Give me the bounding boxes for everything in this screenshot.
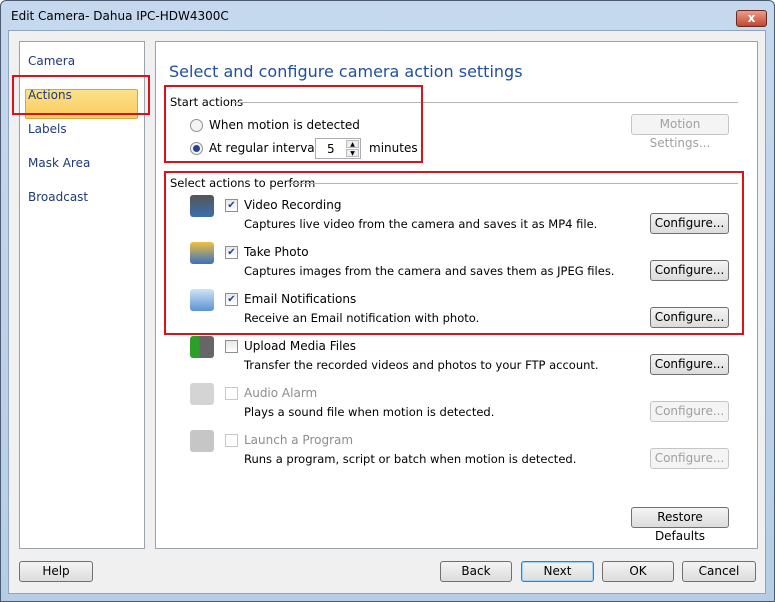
bell-icon	[190, 383, 214, 405]
close-button[interactable]: x	[736, 10, 767, 27]
next-button[interactable]: Next	[521, 561, 594, 582]
action-description: Transfer the recorded videos and photos …	[244, 358, 599, 372]
sidebar-item-mask-area[interactable]: Mask Area	[28, 156, 90, 170]
sidebar: Camera Actions Labels Mask Area Broadcas…	[19, 41, 145, 549]
sidebar-item-broadcast[interactable]: Broadcast	[28, 190, 88, 204]
action-checkbox[interactable]	[225, 340, 238, 353]
action-description: Plays a sound file when motion is detect…	[244, 405, 495, 419]
action-label: Audio Alarm	[244, 386, 318, 400]
action-description: Runs a program, script or batch when mot…	[244, 452, 577, 466]
window-title: Edit Camera- Dahua IPC-HDW4300C	[11, 9, 229, 23]
cancel-button[interactable]: Cancel	[682, 561, 756, 582]
upload-icon	[190, 336, 214, 358]
action-label: Upload Media Files	[244, 339, 357, 353]
highlight-box	[164, 85, 423, 163]
sidebar-item-labels[interactable]: Labels	[28, 122, 67, 136]
highlight-box	[12, 75, 150, 115]
program-icon	[190, 430, 214, 452]
action-checkbox[interactable]	[225, 387, 238, 400]
page-title: Select and configure camera action setti…	[169, 62, 523, 81]
help-button[interactable]: Help	[19, 561, 93, 582]
ok-button[interactable]: OK	[602, 561, 674, 582]
action-checkbox[interactable]	[225, 434, 238, 447]
configure-button[interactable]: Configure...	[650, 354, 729, 375]
action-label: Launch a Program	[244, 433, 354, 447]
configure-button[interactable]: Configure...	[650, 448, 729, 469]
motion-settings-button[interactable]: Motion Settings...	[631, 114, 729, 150]
configure-button[interactable]: Configure...	[650, 401, 729, 422]
back-button[interactable]: Back	[440, 561, 512, 582]
restore-defaults-button[interactable]: Restore Defaults	[631, 507, 729, 543]
highlight-box	[164, 171, 744, 335]
sidebar-item-camera[interactable]: Camera	[28, 54, 75, 68]
